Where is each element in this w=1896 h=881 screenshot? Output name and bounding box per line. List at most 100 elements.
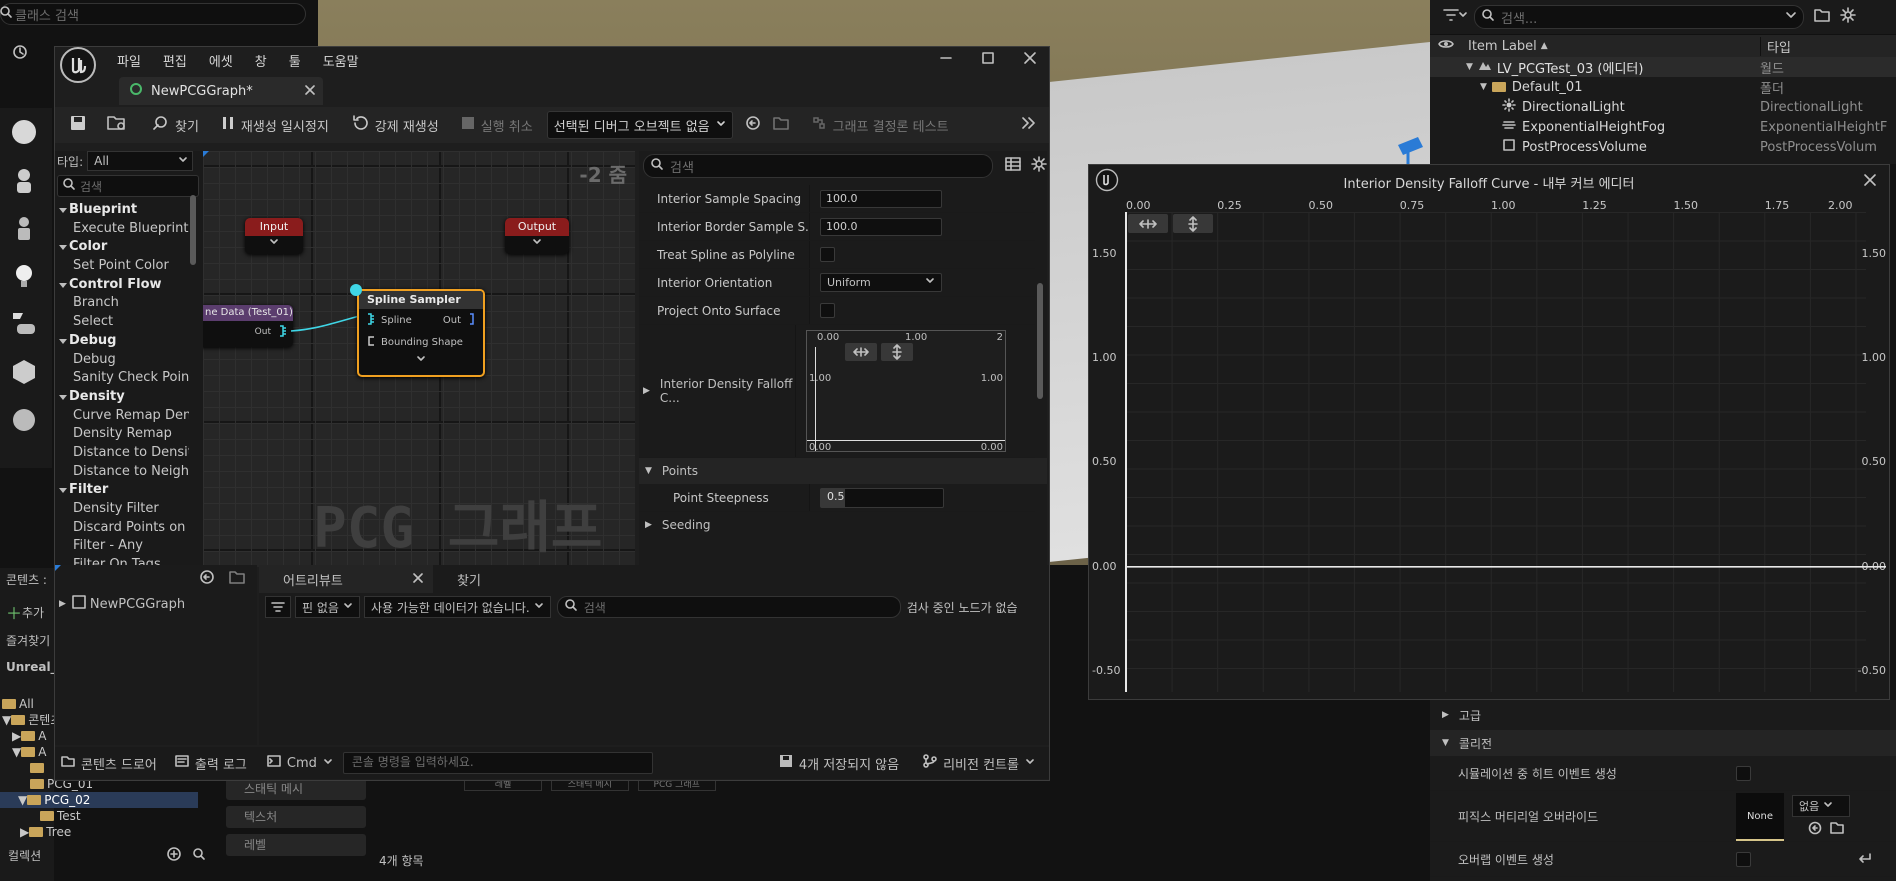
filter-item[interactable]: 레벨 <box>226 834 366 856</box>
use-selected-icon[interactable] <box>745 115 761 135</box>
find-button[interactable]: 찾기 <box>143 111 207 139</box>
lightbulb-icon[interactable] <box>0 252 48 300</box>
data-combo[interactable]: 사용 가능한 데이터가 없습니다. <box>363 596 551 618</box>
content-drawer-button[interactable]: 콘텐츠 드로어 <box>61 754 157 773</box>
favorites-section[interactable]: 즐겨찾기 <box>0 630 54 652</box>
pin-out-icon[interactable] <box>469 312 477 328</box>
palette-item[interactable]: Set Point Color <box>55 257 189 276</box>
palette-item[interactable]: Discard Points on Ir <box>55 519 189 538</box>
console-input[interactable]: 콘솔 명령을 입력하세요. <box>342 752 653 774</box>
character-icon[interactable] <box>0 156 48 204</box>
checkbox[interactable] <box>820 303 835 318</box>
palette-item[interactable]: Branch <box>55 294 189 313</box>
palette-item[interactable]: Debug <box>55 351 189 370</box>
palette-category[interactable]: Debug <box>55 332 189 351</box>
menu-tools[interactable]: 툴 <box>278 51 312 70</box>
tree-item[interactable]: Test <box>0 808 200 824</box>
menu-window[interactable]: 창 <box>244 51 278 70</box>
tree-item[interactable]: ▶ Tree <box>0 824 200 840</box>
close-tab-icon[interactable] <box>305 84 315 99</box>
palette-item[interactable]: Distance to Density <box>55 444 189 463</box>
overlap-checkbox[interactable] <box>1736 851 1751 867</box>
palette-search-input[interactable]: 검색 <box>57 175 199 197</box>
content-browser-tab[interactable]: 콘텐츠 : <box>0 568 54 592</box>
section-collision[interactable]: ▼ 콜리전 <box>1430 730 1896 756</box>
gear-icon[interactable] <box>1840 7 1856 27</box>
number-field[interactable]: 100.0 <box>820 217 942 236</box>
tree-item-graph[interactable]: ▶ NewPCGGraph <box>59 593 257 615</box>
column-type[interactable]: 타입 <box>1760 36 1791 56</box>
menu-edit[interactable]: 편집 <box>152 51 198 70</box>
table-icon[interactable] <box>1005 157 1021 175</box>
palette-category[interactable]: Blueprint <box>55 201 189 220</box>
checkbox[interactable] <box>820 247 835 262</box>
menu-help[interactable]: 도움말 <box>312 51 370 70</box>
palette-category[interactable]: Density <box>55 388 189 407</box>
material-thumbnail[interactable]: None <box>1736 793 1784 841</box>
point-steepness-slider[interactable]: 0.5 <box>820 487 944 508</box>
browse-debug-icon[interactable] <box>772 115 789 135</box>
filter-icon[interactable] <box>265 596 291 618</box>
tab-attributes[interactable]: 어트리뷰트 <box>259 565 433 593</box>
output-log-button[interactable]: 출력 로그 <box>175 754 247 773</box>
filter-icon[interactable] <box>1442 7 1468 27</box>
filter-item[interactable]: 스태틱 메시 <box>226 778 366 800</box>
pin-bounding-icon[interactable] <box>367 335 377 350</box>
reset-arrow-icon[interactable] <box>1858 852 1872 867</box>
cancel-exec-button[interactable]: 실행 취소 <box>453 111 541 139</box>
fit-horizontal-button[interactable] <box>1128 214 1168 233</box>
outliner-row-postprocess[interactable]: PostProcessVolume PostProcessVolum <box>1430 137 1896 157</box>
chevron-down-icon[interactable] <box>1785 9 1797 25</box>
fit-vertical-button[interactable] <box>1173 214 1213 233</box>
browse-icon[interactable] <box>229 569 245 589</box>
details-scrollbar[interactable] <box>1037 283 1043 399</box>
orientation-combo[interactable]: Uniform <box>820 273 942 292</box>
filter-item[interactable]: 텍스처 <box>226 806 366 828</box>
graph-canvas[interactable]: -2 줌 PCG 그래프 Input Output ne Data (Test_… <box>203 151 635 567</box>
save-icon[interactable] <box>69 114 87 136</box>
section-seeding[interactable]: ▶ Seeding <box>639 512 1047 538</box>
browse-asset-icon[interactable] <box>1830 821 1844 838</box>
unsaved-button[interactable]: 4개 저장되지 않음 <box>779 754 899 773</box>
outliner-search-input[interactable]: 검색... <box>1474 5 1804 29</box>
palette-scrollbar[interactable] <box>190 195 196 265</box>
section-advanced[interactable]: ▶ 고급 <box>1430 700 1896 730</box>
browse-icon[interactable] <box>107 114 127 136</box>
outliner-row-world[interactable]: ▼ LV_PCGTest_03 (에디터) 월드 <box>1430 57 1896 77</box>
revision-control-button[interactable]: 리비전 컨트롤 <box>923 754 1035 773</box>
fit-vertical-button[interactable] <box>881 343 913 361</box>
outliner-row-directional-light[interactable]: DirectionalLight DirectionalLight <box>1430 97 1896 117</box>
outliner-row-fog[interactable]: ExponentialHeightFog ExponentialHeightF <box>1430 117 1896 137</box>
gamepad-icon[interactable] <box>0 300 48 348</box>
tab-find[interactable]: 찾기 <box>457 570 481 589</box>
pawn-icon[interactable] <box>0 204 48 252</box>
material-combo[interactable]: 없음 <box>1792 795 1850 817</box>
menu-file[interactable]: 파일 <box>106 51 152 70</box>
section-points[interactable]: ▼ Points <box>639 458 1047 484</box>
palette-item[interactable]: Curve Remap Dens <box>55 407 189 426</box>
pause-regen-button[interactable]: 재생성 일시정지 <box>213 111 337 139</box>
all-classes-icon[interactable] <box>0 396 48 444</box>
maximize-icon[interactable] <box>981 51 995 69</box>
tree-item-selected[interactable]: ▼ PCG_02 <box>0 792 198 808</box>
sim-hit-checkbox[interactable] <box>1736 765 1751 781</box>
palette-item[interactable]: Density Filter <box>55 500 189 519</box>
type-filter-combo[interactable]: All <box>87 151 194 171</box>
force-regen-button[interactable]: 강제 재생성 <box>343 111 447 139</box>
palette-item[interactable]: Distance to Neighb <box>55 463 189 482</box>
determinism-test-button[interactable]: 그래프 결정론 테스트 <box>803 111 957 139</box>
class-search-input[interactable]: 클래스 검색 <box>0 3 306 25</box>
number-field[interactable]: 100.0 <box>820 189 942 208</box>
fit-horizontal-button[interactable] <box>845 343 877 361</box>
add-button[interactable]: ＋ 추가 <box>0 600 54 624</box>
attributes-search-input[interactable]: 검색 <box>556 596 901 618</box>
column-item-label[interactable]: Item Label <box>1468 39 1537 54</box>
palette-category[interactable]: Control Flow <box>55 276 189 295</box>
outliner-row-folder[interactable]: ▼ Default_01 폴더 <box>1430 77 1896 97</box>
search-icon[interactable] <box>192 847 206 864</box>
tab-newpcggraph[interactable]: NewPCGGraph* <box>119 77 323 105</box>
pin-spline-icon[interactable] <box>367 312 377 328</box>
minimize-icon[interactable] <box>939 51 953 69</box>
gear-icon[interactable] <box>1031 156 1047 176</box>
falloff-curve-row[interactable]: ▶ Interior Density Falloff C... 0.00 1.00… <box>639 325 1035 458</box>
